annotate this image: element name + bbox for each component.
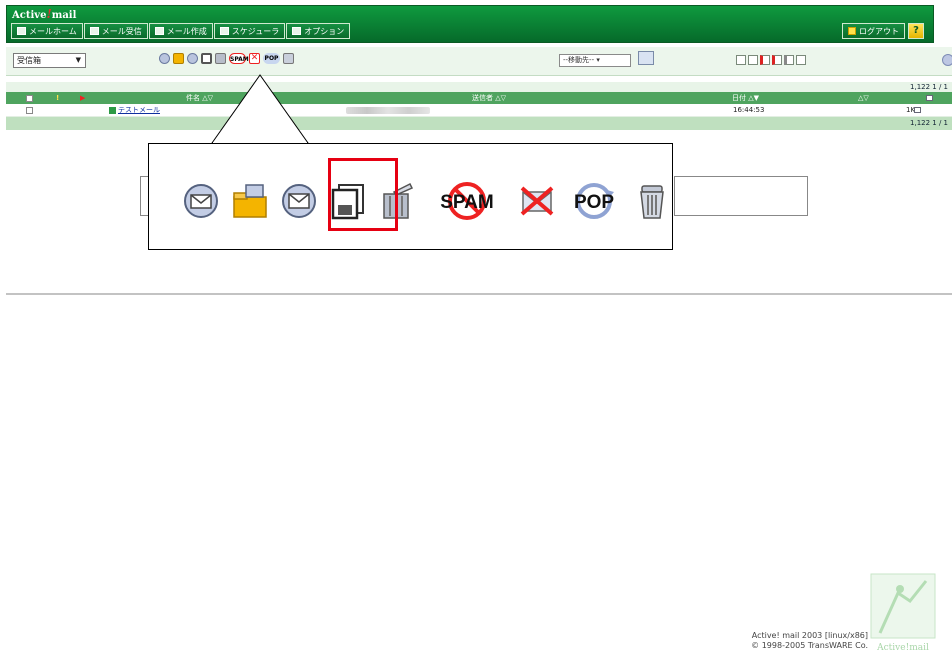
background-panel — [674, 176, 808, 216]
compose-icon — [154, 27, 164, 35]
refresh-icon[interactable] — [942, 54, 952, 66]
logo-prefix: Active — [12, 10, 47, 21]
toolbar-zoom-callout: SPAM POP — [148, 143, 673, 250]
select-all-checkbox[interactable] — [26, 95, 33, 102]
trash-icon[interactable] — [283, 53, 294, 64]
mail-list-header: ! ▶ 件名 △▽ 送信者 △▽ 日付 △▼ △▽ — [6, 92, 952, 104]
calendar-icon — [219, 27, 229, 35]
footer-copyright-line: © 1998-2005 TransWARE Co. — [751, 641, 868, 650]
logout-icon — [848, 27, 856, 35]
pop-icon[interactable]: POP — [567, 182, 622, 220]
column-date[interactable]: 日付 △▼ — [732, 92, 759, 104]
column-subject-label: 件名 — [186, 94, 200, 102]
pop-icon[interactable]: POP — [263, 53, 280, 64]
mail-count-top: 1,122 1 / 1 — [6, 82, 952, 92]
nav-label: スケジューラ — [231, 26, 280, 36]
nav-options[interactable]: オプション — [286, 23, 351, 39]
mail-list: 1,122 1 / 1 ! ▶ 件名 △▽ 送信者 △▽ 日付 △▼ △▽ テス… — [6, 82, 952, 130]
spam-icon[interactable]: SPAM — [427, 182, 507, 220]
move-select-value: --移動先-- — [563, 56, 595, 64]
spam-icon[interactable]: SPAM — [229, 53, 249, 64]
inbox-icon — [89, 27, 99, 35]
spam-label: SPAM — [440, 192, 493, 213]
receive-icon[interactable] — [182, 182, 220, 220]
pop-label: POP — [574, 192, 614, 213]
column-sender-label: 送信者 — [472, 94, 493, 102]
sort-icon[interactable]: △▽ — [202, 94, 213, 102]
mail-subject-link[interactable]: テストメール — [118, 104, 160, 116]
app-header: Active!mail メールホーム メール受信 メール作成 スケジューラ オプ… — [6, 5, 934, 43]
table-row[interactable]: テストメール 16:44:53 1K — [6, 104, 952, 117]
mail-date: 16:44:53 — [733, 106, 765, 114]
divider — [6, 293, 952, 295]
mail-count-bottom: 1,122 1 / 1 — [6, 117, 952, 130]
footer-version: Active! mail 2003 [linux/x86] — [751, 631, 868, 640]
flag-icon[interactable] — [772, 55, 782, 65]
unflag-icon[interactable] — [784, 55, 794, 65]
sender-blurred — [346, 107, 430, 114]
trash-icon[interactable] — [633, 182, 671, 220]
zoom-icon-row: SPAM POP — [182, 182, 671, 220]
main-nav: メールホーム メール受信 メール作成 スケジューラ オプション — [11, 23, 351, 39]
nav-label: メール受信 — [101, 26, 142, 36]
flag-red-icon[interactable] — [760, 55, 770, 65]
nav-scheduler[interactable]: スケジューラ — [213, 23, 286, 39]
folder-select[interactable]: 受信箱 ▼ — [13, 53, 86, 68]
action-icons-small: SPAM ✕ POP — [159, 53, 294, 64]
new-mail-icon — [109, 106, 116, 114]
logo-suffix: mail — [51, 10, 77, 21]
home-icon — [17, 27, 26, 35]
watermark-text: Active!mail — [876, 643, 929, 653]
not-spam-icon[interactable]: ✕ — [249, 53, 260, 64]
folder-select-value: 受信箱 — [17, 56, 41, 65]
subject-cell: テストメール — [109, 104, 160, 116]
move-mail-icon[interactable] — [638, 51, 654, 65]
chevron-down-icon: ▼ — [75, 56, 81, 64]
flag-icons — [736, 55, 806, 65]
sort-active-icon[interactable]: △▼ — [748, 94, 759, 102]
column-subject[interactable]: 件名 △▽ — [186, 92, 213, 104]
sort-icon[interactable]: △▽ — [495, 94, 506, 102]
column-sender[interactable]: 送信者 △▽ — [472, 92, 506, 104]
app-logo: Active!mail — [12, 7, 76, 21]
nav-receive-mail[interactable]: メール受信 — [83, 23, 148, 39]
mail-toolbar: 受信箱 ▼ SPAM ✕ POP --移動先-- ▾ — [6, 47, 952, 76]
clear-flag-icon[interactable] — [796, 55, 806, 65]
flag-column-icon: ▶ — [80, 94, 86, 102]
read-all-icon[interactable] — [187, 53, 198, 64]
mail-column-icon — [926, 95, 933, 101]
read-all-icon[interactable] — [280, 182, 318, 220]
column-date-label: 日付 — [732, 94, 746, 102]
save-icon[interactable] — [201, 53, 212, 64]
nav-label: オプション — [304, 26, 345, 36]
move-destination-select[interactable]: --移動先-- ▾ — [559, 54, 631, 67]
options-icon — [292, 27, 302, 35]
attachment-mail-icon — [914, 107, 921, 113]
not-spam-icon[interactable] — [518, 182, 556, 220]
background-panel-left — [140, 176, 148, 216]
chevron-down-icon: ▾ — [596, 56, 600, 64]
nav-label: メールホーム — [29, 26, 77, 36]
help-button[interactable]: ? — [908, 23, 924, 39]
active-mail-watermark-logo: Active!mail — [870, 573, 936, 653]
mark-unread-icon[interactable] — [748, 55, 758, 65]
nav-label: メール作成 — [166, 26, 207, 36]
nav-compose-mail[interactable]: メール作成 — [148, 23, 213, 39]
column-size-sort[interactable]: △▽ — [858, 92, 869, 104]
mark-read-icon[interactable] — [736, 55, 746, 65]
save-icon-highlight — [328, 158, 398, 231]
priority-icon: ! — [56, 94, 60, 102]
footer-copyright: Active! mail 2003 [linux/x86] © 1998-200… — [738, 631, 868, 651]
move-folder-icon[interactable] — [231, 182, 269, 220]
logout-button[interactable]: ログアウト — [842, 23, 905, 39]
move-folder-icon[interactable] — [173, 53, 184, 64]
delete-icon[interactable] — [215, 53, 226, 64]
row-checkbox[interactable] — [26, 107, 33, 114]
receive-icon[interactable] — [159, 53, 170, 64]
nav-mail-home[interactable]: メールホーム — [11, 23, 83, 39]
logout-label: ログアウト — [859, 26, 899, 36]
